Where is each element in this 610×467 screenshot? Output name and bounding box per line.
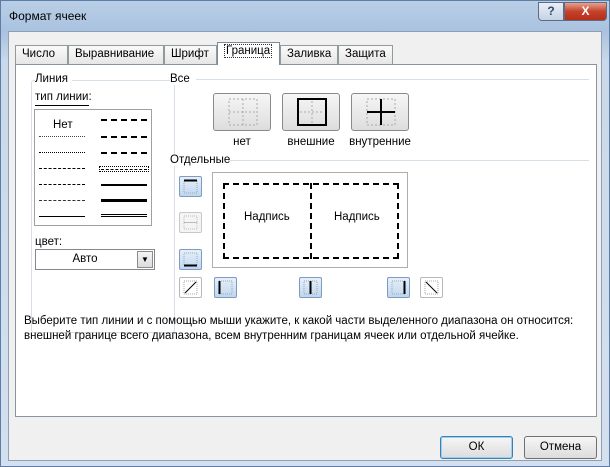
- individual-divider: [228, 160, 589, 161]
- chevron-down-icon[interactable]: ▼: [137, 251, 153, 268]
- preset-outline-label: внешние: [287, 136, 335, 148]
- tab-label: Число: [22, 48, 56, 60]
- tab-border[interactable]: Граница: [217, 42, 280, 65]
- line-style-medium[interactable]: [101, 184, 147, 186]
- cancel-button[interactable]: Отмена: [524, 436, 597, 459]
- line-style-dashdotdot[interactable]: [39, 168, 85, 169]
- border-bottom-button[interactable]: [179, 249, 202, 270]
- preset-inside-button[interactable]: [351, 93, 409, 131]
- dialog-client: Число Выравнивание Шрифт Граница Заливка…: [8, 31, 602, 461]
- border-top-button[interactable]: [179, 176, 202, 197]
- border-inside-vertical-icon: [303, 280, 318, 295]
- border-middle-vertical-button[interactable]: [299, 277, 322, 298]
- border-diagonal-up-button[interactable]: [179, 277, 202, 298]
- color-select[interactable]: Авто ▼: [35, 249, 155, 270]
- title-bar[interactable]: Формат ячеек ? X: [1, 1, 609, 31]
- line-style-hair[interactable]: [39, 136, 85, 137]
- color-label: цвет:: [35, 236, 67, 248]
- line-style-thin[interactable]: [39, 216, 85, 217]
- line-style-dashdot[interactable]: [39, 184, 85, 185]
- line-style-medium-dashed[interactable]: [101, 169, 147, 170]
- line-type-label: тип линии:: [35, 91, 96, 103]
- border-top-icon: [183, 179, 198, 194]
- border-middle-horizontal-button[interactable]: [179, 212, 202, 233]
- border-left-button[interactable]: [214, 277, 237, 298]
- presets-divider: [196, 79, 589, 80]
- hint-line-2: внешней границе всего диапазона, всем вн…: [24, 330, 519, 342]
- line-style-slant-dashdot[interactable]: [101, 136, 147, 138]
- color-select-value: Авто: [72, 253, 98, 265]
- help-button[interactable]: ?: [538, 2, 564, 21]
- format-cells-dialog: Формат ячеек ? X Число Выравнивание Шриф…: [0, 0, 610, 467]
- border-right-icon: [391, 280, 406, 295]
- hint-text: Выберите тип линии и с помощью мыши укаж…: [24, 314, 584, 344]
- hint-line-1: Выберите тип линии и с помощью мыши укаж…: [24, 315, 574, 327]
- border-inside-horizontal-icon: [183, 215, 198, 230]
- border-inside-icon: [366, 98, 396, 126]
- border-tab-panel: Линия тип линии: Нет цвет: Авто ▼ Все не…: [15, 64, 597, 417]
- tab-label: Защита: [345, 48, 386, 60]
- line-style-dashed[interactable]: [39, 200, 85, 201]
- line-style-none[interactable]: Нет: [53, 119, 73, 131]
- border-diagonal-down-button[interactable]: [420, 277, 443, 298]
- tab-fill[interactable]: Заливка: [280, 45, 338, 64]
- line-style-medium-dashdotdot[interactable]: [101, 119, 147, 121]
- preview-inner-vertical: [310, 183, 312, 259]
- line-style-dotted[interactable]: [39, 152, 85, 153]
- preview-text-right: Надпись: [334, 211, 380, 223]
- border-left-icon: [218, 280, 233, 295]
- tab-alignment[interactable]: Выравнивание: [68, 45, 164, 64]
- tab-label: Граница: [224, 44, 273, 58]
- border-none-icon: [228, 98, 258, 126]
- diagonal-down-icon: [424, 280, 439, 295]
- line-style-medium-dashdot[interactable]: [101, 152, 147, 154]
- presets-title: Все: [170, 73, 194, 85]
- tab-label: Шрифт: [171, 48, 209, 60]
- tab-number[interactable]: Число: [15, 45, 68, 64]
- border-right-button[interactable]: [387, 277, 410, 298]
- tab-protection[interactable]: Защита: [338, 45, 393, 64]
- line-style-thick[interactable]: [101, 199, 147, 202]
- border-preview[interactable]: Надпись Надпись: [212, 172, 408, 268]
- tab-label: Заливка: [287, 48, 332, 60]
- border-outline-icon: [297, 98, 327, 126]
- preset-none-label: нет: [233, 136, 251, 148]
- tab-font[interactable]: Шрифт: [164, 45, 217, 64]
- preset-inside-label: внутренние: [349, 136, 411, 148]
- line-style-double[interactable]: [101, 214, 147, 218]
- border-bottom-icon: [183, 252, 198, 267]
- line-style-list[interactable]: Нет: [34, 109, 152, 226]
- ok-button[interactable]: ОК: [440, 436, 513, 459]
- preset-outline-button[interactable]: [282, 93, 340, 131]
- line-group-title: Линия: [35, 73, 72, 85]
- tab-label: Выравнивание: [75, 48, 155, 60]
- window-title: Формат ячеек: [9, 9, 87, 23]
- individual-title: Отдельные: [170, 154, 235, 166]
- preset-none-button[interactable]: [213, 93, 271, 131]
- line-type-underline: [35, 105, 89, 106]
- close-button[interactable]: X: [564, 2, 607, 21]
- diagonal-up-icon: [183, 280, 198, 295]
- preview-text-left: Надпись: [244, 211, 290, 223]
